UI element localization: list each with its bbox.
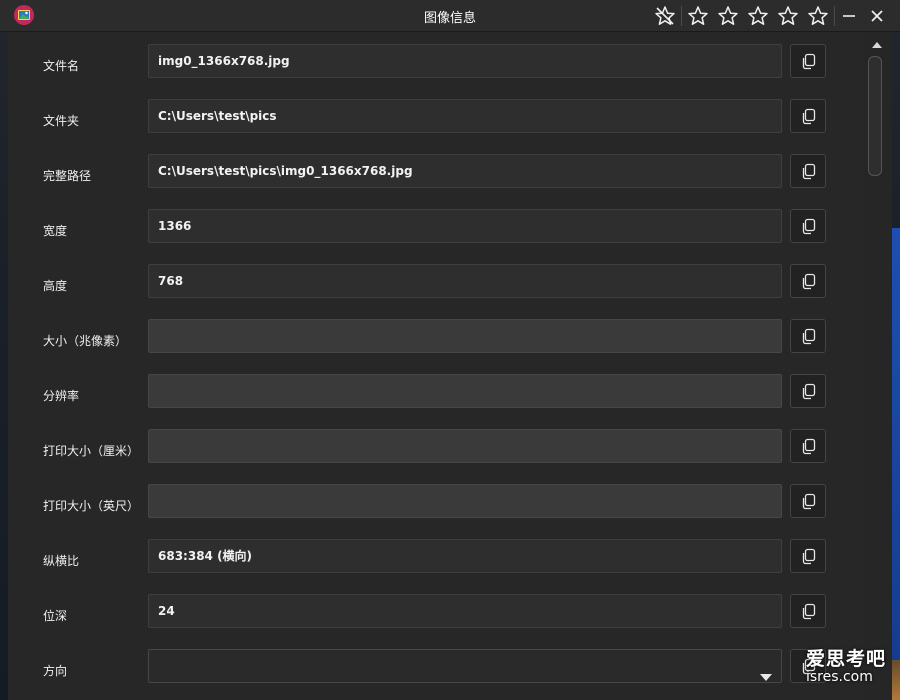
orientation-dropdown[interactable] [148,649,782,683]
field-label: 宽度 [43,224,68,238]
scroll-up-arrow-icon[interactable] [871,38,883,52]
vertical-scrollbar[interactable] [864,32,892,700]
field-value-text: 24 [158,604,175,618]
field-value[interactable] [148,319,782,353]
star-outline-icon[interactable] [716,4,740,28]
copy-button[interactable] [790,594,826,628]
field-value[interactable]: 1366 [148,209,782,243]
field-value[interactable]: 24 [148,594,782,628]
title-bar: 图像信息 [0,0,900,32]
field-value-text: C:\Users\test\pics\img0_1366x768.jpg [158,164,413,178]
copy-button[interactable] [790,209,826,243]
copy-button[interactable] [790,264,826,298]
info-row: 分辨率 [8,374,864,410]
field-value[interactable]: 768 [148,264,782,298]
field-label: 大小（兆像素） [43,334,128,348]
star-outline-icon[interactable] [776,4,800,28]
copy-button[interactable] [790,539,826,573]
star-slash-icon[interactable] [653,4,677,28]
info-row: 打印大小（厘米） [8,429,864,465]
info-row: 文件名 img0_1366x768.jpg [8,44,864,80]
info-row: 文件夹 C:\Users\test\pics [8,99,864,135]
field-label: 完整路径 [43,169,92,183]
image-info-panel: 文件名 img0_1366x768.jpg 文件夹 C:\Users\test\pic… [8,32,864,700]
field-value[interactable]: 683:384 (横向) [148,539,782,573]
minimize-button[interactable] [837,4,861,28]
field-value-text: 1366 [158,219,192,233]
field-label: 打印大小（英尺） [43,499,140,513]
star-outline-icon[interactable] [746,4,770,28]
field-value[interactable]: img0_1366x768.jpg [148,44,782,78]
copy-button[interactable] [790,319,826,353]
copy-button[interactable] [790,44,826,78]
field-value-text: 768 [158,274,184,288]
field-value[interactable] [148,484,782,518]
copy-button[interactable] [790,374,826,408]
close-button[interactable] [865,4,889,28]
field-label: 方向 [43,664,68,678]
desktop-background-edge [892,228,900,660]
copy-button[interactable] [790,99,826,133]
field-label: 文件夹 [43,114,80,128]
field-value[interactable] [148,429,782,463]
field-value[interactable]: C:\Users\test\pics\img0_1366x768.jpg [148,154,782,188]
info-row: 大小（兆像素） [8,319,864,355]
star-outline-icon[interactable] [806,4,830,28]
divider [681,6,682,26]
info-row: 完整路径 C:\Users\test\pics\img0_1366x768.jpg [8,154,864,190]
field-value-text: img0_1366x768.jpg [158,54,290,68]
info-row: 高度 768 [8,264,864,300]
field-value[interactable] [148,374,782,408]
info-row: 打印大小（英尺） [8,484,864,520]
copy-button[interactable] [790,429,826,463]
info-row: 位深 24 [8,594,864,630]
info-row: 纵横比 683:384 (横向) [8,539,864,575]
star-outline-icon[interactable] [686,4,710,28]
site-watermark: 爱思考吧 isres.com [806,644,900,685]
field-value-text: C:\Users\test\pics [158,109,277,123]
watermark-line: isres.com [806,669,873,685]
field-label: 位深 [43,609,68,623]
info-row: 宽度 1366 [8,209,864,245]
field-label: 纵横比 [43,554,80,568]
field-label: 文件名 [43,59,80,73]
scrollbar-thumb[interactable] [868,56,882,176]
field-label: 打印大小（厘米） [43,444,140,458]
chevron-down-icon[interactable] [759,662,773,682]
watermark-line: 爱思考吧 [806,648,887,670]
field-label: 高度 [43,279,68,293]
copy-button[interactable] [790,154,826,188]
info-row: 方向 [8,649,864,685]
field-value[interactable]: C:\Users\test\pics [148,99,782,133]
copy-button[interactable] [790,484,826,518]
divider [834,6,835,26]
field-value-text: 683:384 (横向) [158,549,253,563]
field-label: 分辨率 [43,389,80,403]
